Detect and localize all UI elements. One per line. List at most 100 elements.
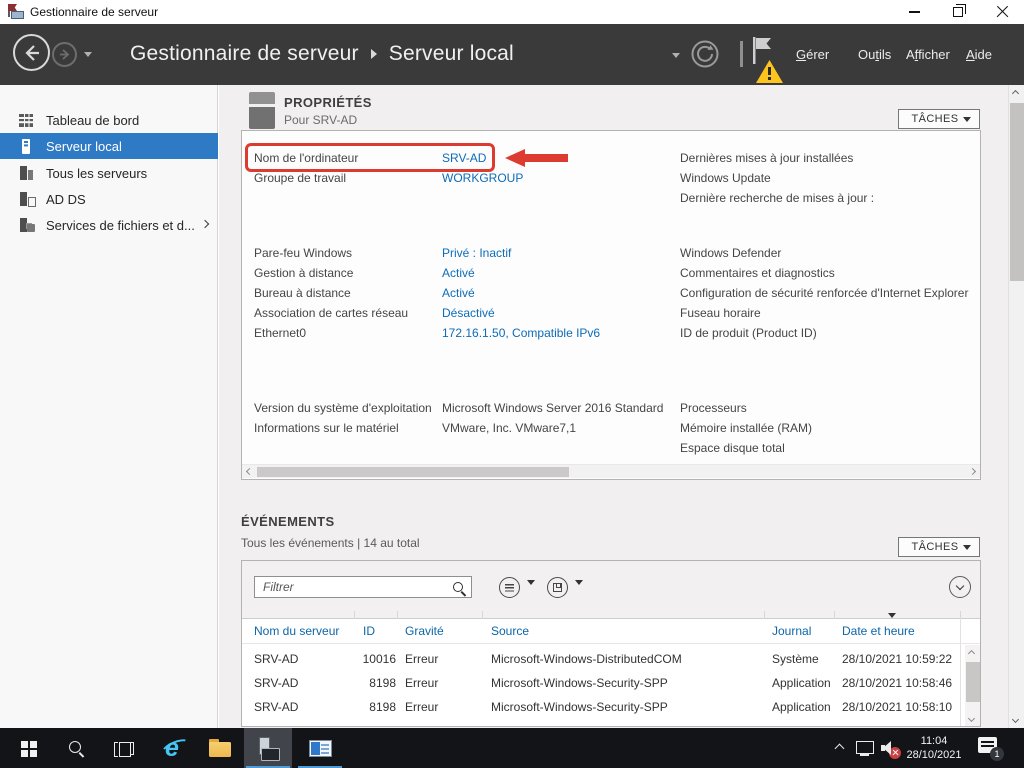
local-server-icon bbox=[18, 139, 35, 154]
property-label: Windows Defender bbox=[680, 243, 781, 263]
flag-icon bbox=[752, 36, 774, 66]
volume-muted-icon[interactable] bbox=[881, 740, 901, 756]
restore-button[interactable] bbox=[936, 0, 980, 24]
cell-id: 8198 bbox=[332, 695, 396, 719]
property-label: Windows Update bbox=[680, 168, 771, 188]
saved-queries-button[interactable] bbox=[499, 577, 520, 598]
sidebar-item-tableau-de-bord[interactable]: Tableau de bord bbox=[0, 107, 218, 133]
scrollbar-thumb[interactable] bbox=[966, 662, 980, 702]
hardware-info-value: VMware, Inc. VMware7,1 bbox=[442, 418, 576, 438]
scrollbar-thumb[interactable] bbox=[257, 467, 569, 477]
event-row[interactable]: SRV-AD 10016 Erreur Microsoft-Windows-Di… bbox=[242, 647, 962, 671]
filter-input[interactable] bbox=[255, 577, 471, 597]
column-header-source[interactable]: Source bbox=[491, 619, 529, 643]
history-dropdown-button[interactable] bbox=[84, 52, 92, 57]
save-query-dropdown[interactable] bbox=[575, 585, 583, 603]
save-query-button[interactable] bbox=[547, 577, 568, 598]
server-manager-app-icon bbox=[8, 4, 24, 20]
close-icon bbox=[996, 6, 1009, 19]
column-header-id[interactable]: ID bbox=[363, 619, 375, 643]
cell-severity: Erreur bbox=[405, 695, 438, 719]
firewall-link[interactable]: Privé : Inactif bbox=[442, 243, 511, 263]
sidebar-item-tous-les-serveurs[interactable]: Tous les serveurs bbox=[0, 160, 218, 186]
forward-button[interactable] bbox=[52, 42, 77, 67]
close-button[interactable] bbox=[980, 0, 1024, 24]
minimize-button[interactable] bbox=[892, 0, 936, 24]
column-header-journal[interactable]: Journal bbox=[772, 619, 811, 643]
properties-tasks-button[interactable]: TÂCHES bbox=[898, 109, 980, 129]
sidebar-item-ad-ds[interactable]: AD DS bbox=[0, 186, 218, 212]
ad-ds-icon bbox=[18, 192, 35, 207]
menu-gerer[interactable]: Gérer bbox=[796, 45, 829, 65]
scroll-up-icon[interactable] bbox=[1012, 90, 1019, 97]
menu-aide[interactable]: Aide bbox=[966, 45, 992, 65]
events-panel: Nom du serveur ID Gravité Source Journal… bbox=[241, 560, 981, 727]
network-icon[interactable] bbox=[856, 741, 873, 753]
tray-clock[interactable]: 11:04 28/10/2021 bbox=[902, 734, 966, 762]
scroll-down-icon[interactable] bbox=[968, 715, 975, 722]
taskbar-search-button[interactable] bbox=[54, 728, 98, 768]
scroll-left-icon[interactable] bbox=[246, 468, 253, 475]
search-icon[interactable] bbox=[452, 581, 466, 595]
remote-management-link[interactable]: Activé bbox=[442, 263, 475, 283]
breadcrumb-root[interactable]: Gestionnaire de serveur bbox=[130, 42, 359, 66]
admin-tool-taskbar-button[interactable] bbox=[296, 728, 344, 768]
page-vertical-scrollbar[interactable] bbox=[1008, 85, 1024, 728]
event-row[interactable]: SRV-AD 8198 Erreur Microsoft-Windows-Sec… bbox=[242, 671, 962, 695]
cell-server: SRV-AD bbox=[254, 695, 298, 719]
property-row: Version du système d'exploitationMicroso… bbox=[254, 398, 663, 418]
cell-severity: Erreur bbox=[405, 647, 438, 671]
start-button[interactable] bbox=[6, 728, 50, 768]
sidebar-item-label: AD DS bbox=[46, 192, 86, 207]
nic-teaming-link[interactable]: Désactivé bbox=[442, 303, 495, 323]
title-bar: Gestionnaire de serveur bbox=[0, 0, 1024, 24]
ethernet-link[interactable]: 172.16.1.50, Compatible IPv6 bbox=[442, 323, 600, 343]
collapse-panel-button[interactable] bbox=[949, 576, 971, 598]
sidebar-item-serveur-local[interactable]: Serveur local bbox=[0, 133, 218, 159]
folder-icon bbox=[209, 742, 231, 757]
column-header-server[interactable]: Nom du serveur bbox=[254, 619, 339, 643]
scroll-down-icon[interactable] bbox=[1012, 716, 1019, 723]
cell-server: SRV-AD bbox=[254, 671, 298, 695]
action-center-button[interactable]: 1 bbox=[978, 737, 1002, 759]
column-header-severity[interactable]: Gravité bbox=[405, 619, 444, 643]
column-header-datetime[interactable]: Date et heure bbox=[842, 619, 915, 643]
file-explorer-button[interactable] bbox=[198, 728, 242, 768]
breadcrumb-current[interactable]: Serveur local bbox=[389, 42, 514, 66]
tray-time: 11:04 bbox=[921, 734, 948, 748]
menu-outils[interactable]: Outils bbox=[858, 45, 891, 65]
server-manager-taskbar-button[interactable] bbox=[244, 728, 292, 768]
server-manager-window: Gestionnaire de serveur Gestionnaire de … bbox=[0, 0, 1024, 768]
breadcrumb-dropdown-button[interactable] bbox=[672, 53, 680, 58]
refresh-button[interactable] bbox=[691, 40, 719, 68]
sidebar-item-services-fichiers[interactable]: Services de fichiers et d... bbox=[0, 212, 218, 238]
search-icon bbox=[67, 739, 85, 757]
task-view-button[interactable] bbox=[102, 728, 146, 768]
scroll-right-icon[interactable] bbox=[969, 468, 976, 475]
internet-explorer-button[interactable]: e bbox=[150, 728, 194, 768]
toolbar-separator bbox=[740, 41, 743, 67]
events-toolbar bbox=[242, 561, 980, 618]
property-label: Processeurs bbox=[680, 398, 747, 418]
cell-severity: Erreur bbox=[405, 671, 438, 695]
event-row[interactable]: SRV-AD 8198 Erreur Microsoft-Windows-Sec… bbox=[242, 695, 962, 719]
cell-id: 8198 bbox=[332, 671, 396, 695]
tray-show-hidden-icons-button[interactable] bbox=[835, 744, 845, 754]
scroll-up-icon[interactable] bbox=[968, 650, 975, 657]
chevron-down-icon bbox=[963, 117, 971, 122]
menu-afficher[interactable]: Afficher bbox=[906, 45, 950, 65]
back-button[interactable] bbox=[13, 34, 50, 71]
remote-desktop-link[interactable]: Activé bbox=[442, 283, 475, 303]
internet-explorer-icon: e bbox=[165, 736, 179, 761]
server-manager-icon bbox=[256, 736, 280, 760]
scrollbar-thumb[interactable] bbox=[1010, 103, 1024, 281]
arrow-left-icon bbox=[21, 42, 43, 64]
breadcrumb: Gestionnaire de serveur Serveur local bbox=[130, 39, 514, 69]
saved-queries-dropdown[interactable] bbox=[527, 585, 535, 603]
notifications-flag-button[interactable] bbox=[752, 36, 792, 84]
events-subtitle: Tous les événements | 14 au total bbox=[241, 536, 420, 550]
events-tasks-button[interactable]: TÂCHES bbox=[898, 537, 980, 557]
properties-horizontal-scrollbar[interactable] bbox=[242, 464, 980, 478]
events-vertical-scrollbar[interactable] bbox=[965, 645, 981, 726]
arrow-right-icon bbox=[57, 47, 72, 62]
